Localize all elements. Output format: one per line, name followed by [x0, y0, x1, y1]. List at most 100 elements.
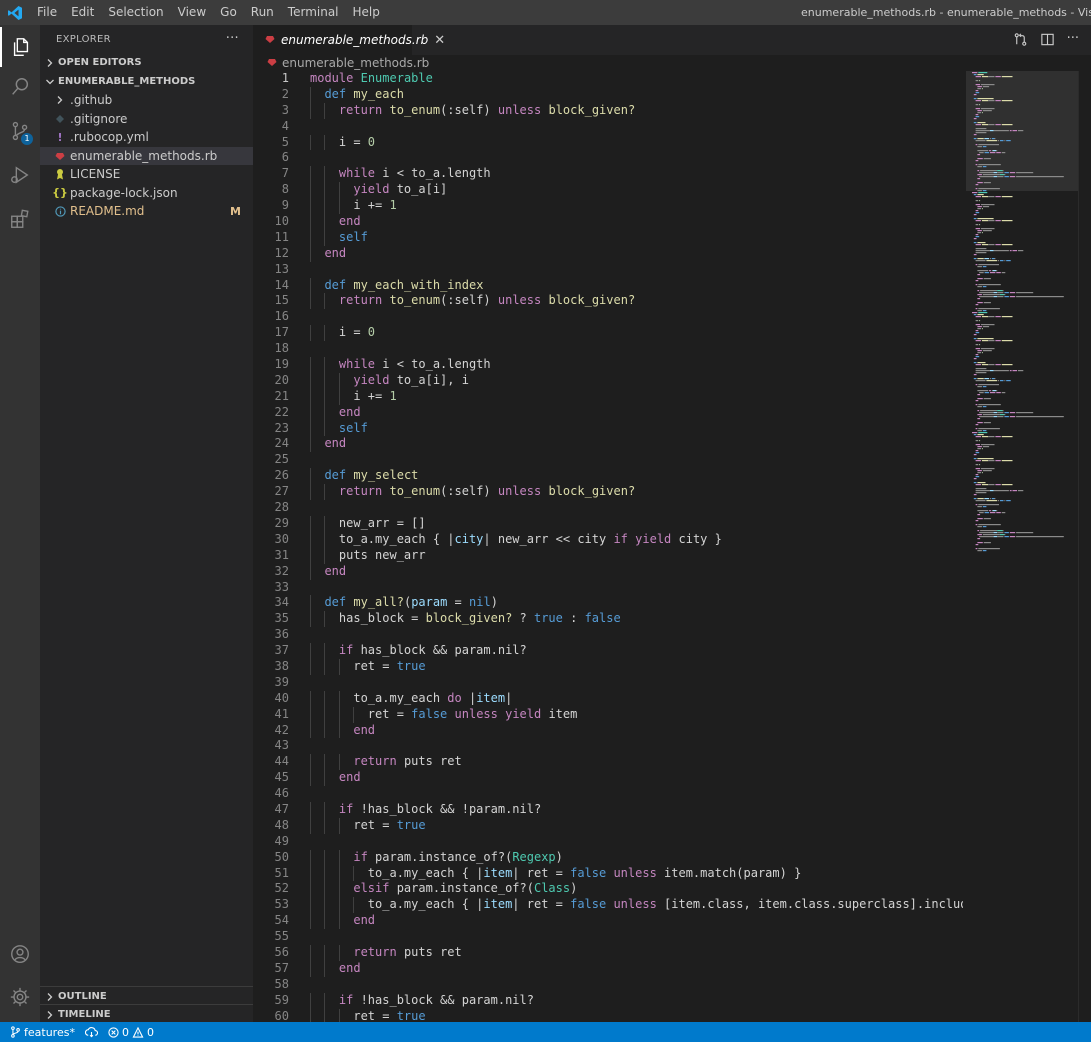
code-line[interactable]: 50 if param.instance_of?(Regexp) — [253, 849, 963, 866]
sync-indicator[interactable] — [84, 1026, 98, 1038]
code-line[interactable]: 8 yield to_a[i] — [253, 182, 963, 199]
tree-item-rubocop[interactable]: ! .rubocop.yml — [40, 128, 253, 147]
split-editor-icon[interactable] — [1040, 32, 1055, 50]
tree-item-license[interactable]: LICENSE — [40, 165, 253, 184]
vertical-scrollbar[interactable] — [1078, 71, 1091, 1022]
tree-item-readme[interactable]: README.md M — [40, 202, 253, 221]
code-line[interactable]: 30 to_a.my_each { |city| new_arr << city… — [253, 531, 963, 548]
minimap-mark — [993, 250, 1009, 252]
menu-view[interactable]: View — [171, 0, 213, 25]
search-icon[interactable] — [0, 67, 40, 107]
line-number: 53 — [274, 897, 289, 912]
code-line[interactable]: 26 def my_select — [253, 468, 963, 485]
code-line[interactable]: 59 if !has_block && param.nil? — [253, 992, 963, 1009]
code-line[interactable]: 18 — [253, 341, 963, 357]
code-line[interactable]: 4 — [253, 119, 963, 135]
menu-selection[interactable]: Selection — [101, 0, 170, 25]
extensions-icon[interactable] — [0, 199, 40, 239]
code-line[interactable]: 58 — [253, 977, 963, 993]
code-line[interactable]: 57 end — [253, 960, 963, 977]
more-actions-icon[interactable]: ··· — [1067, 32, 1079, 50]
code-line[interactable]: 43 — [253, 738, 963, 754]
minimap[interactable] — [966, 71, 1078, 1022]
code-line[interactable]: 33 — [253, 580, 963, 596]
code-line[interactable]: 7 while i < to_a.length — [253, 166, 963, 183]
tree-item-github-folder[interactable]: .github — [40, 91, 253, 110]
code-line[interactable]: 42 end — [253, 722, 963, 739]
code-line[interactable]: 55 — [253, 929, 963, 945]
close-icon[interactable]: ✕ — [434, 33, 445, 48]
code-line[interactable]: 32 end — [253, 563, 963, 580]
code-line[interactable]: 21 i += 1 — [253, 388, 963, 405]
branch-indicator[interactable]: features* — [10, 1026, 75, 1039]
menu-go[interactable]: Go — [213, 0, 244, 25]
code-line[interactable]: 47 if !has_block && !param.nil? — [253, 801, 963, 818]
more-actions-icon[interactable]: ··· — [226, 31, 239, 46]
tab-enumerable-methods[interactable]: enumerable_methods.rb ✕ — [253, 25, 445, 55]
code-line[interactable]: 29 new_arr = [] — [253, 515, 963, 532]
code-line[interactable]: 25 — [253, 452, 963, 468]
explorer-icon[interactable] — [0, 27, 40, 67]
tree-item-enumerable-methods[interactable]: enumerable_methods.rb — [40, 146, 253, 165]
code-line[interactable]: 13 — [253, 262, 963, 278]
code-line[interactable]: 40 to_a.my_each do |item| — [253, 690, 963, 707]
menu-terminal[interactable]: Terminal — [281, 0, 346, 25]
code-line[interactable]: 22 end — [253, 404, 963, 421]
workspace-section[interactable]: ENUMERABLE_METHODS — [40, 72, 253, 91]
run-debug-icon[interactable] — [0, 155, 40, 195]
code-line[interactable]: 53 to_a.my_each { |item| ret = false unl… — [253, 897, 963, 914]
code-line[interactable]: 31 puts new_arr — [253, 547, 963, 564]
code-line[interactable]: 45 end — [253, 770, 963, 787]
code-line[interactable]: 2 def my_each — [253, 86, 963, 103]
code-line[interactable]: 34 def my_all?(param = nil) — [253, 595, 963, 612]
code-line[interactable]: 46 — [253, 786, 963, 802]
code-editor[interactable]: 1 module Enumerable 2 def my_each 3 return … — [253, 71, 963, 1022]
code-line[interactable]: 37 if has_block && param.nil? — [253, 643, 963, 659]
code-line[interactable]: 14 def my_each_with_index — [253, 277, 963, 294]
code-line[interactable]: 39 — [253, 675, 963, 691]
source-control-icon[interactable]: 1 — [0, 111, 40, 151]
code-line[interactable]: 36 — [253, 627, 963, 643]
menu-edit[interactable]: Edit — [64, 0, 101, 25]
code-line[interactable]: 1 module Enumerable — [253, 71, 963, 87]
tree-item-package-lock[interactable]: {} package-lock.json — [40, 184, 253, 203]
code-line[interactable]: 35 has_block = block_given? ? true : fal… — [253, 611, 963, 628]
breadcrumb-file[interactable]: enumerable_methods.rb — [282, 56, 429, 70]
settings-gear-icon[interactable] — [0, 977, 40, 1017]
code-line[interactable]: 6 — [253, 150, 963, 166]
code-line[interactable]: 19 while i < to_a.length — [253, 357, 963, 373]
code-line[interactable]: 56 return puts ret — [253, 944, 963, 961]
code-line[interactable]: 52 elsif param.instance_of?(Class) — [253, 881, 963, 898]
code-line[interactable]: 9 i += 1 — [253, 198, 963, 215]
open-changes-icon[interactable] — [1013, 32, 1028, 50]
tree-item-gitignore[interactable]: .gitignore — [40, 110, 253, 129]
minimap-mark — [995, 124, 1001, 126]
code-line[interactable]: 15 return to_enum(:self) unless block_gi… — [253, 293, 963, 310]
code-line[interactable]: 28 — [253, 500, 963, 516]
code-line[interactable]: 11 self — [253, 229, 963, 246]
account-icon[interactable] — [0, 934, 40, 974]
code-line[interactable]: 3 return to_enum(:self) unless block_giv… — [253, 102, 963, 119]
code-line[interactable]: 60 ret = true — [253, 1008, 963, 1022]
code-line[interactable]: 49 — [253, 834, 963, 850]
code-line[interactable]: 5 i = 0 — [253, 134, 963, 151]
code-line[interactable]: 24 end — [253, 436, 963, 453]
code-line[interactable]: 23 self — [253, 420, 963, 437]
code-line[interactable]: 54 end — [253, 913, 963, 930]
code-line[interactable]: 44 return puts ret — [253, 754, 963, 771]
code-line[interactable]: 10 end — [253, 214, 963, 230]
menu-file[interactable]: File — [30, 0, 64, 25]
code-line[interactable]: 38 ret = true — [253, 658, 963, 675]
code-line[interactable]: 12 end — [253, 245, 963, 262]
menu-help[interactable]: Help — [346, 0, 387, 25]
code-line[interactable]: 27 return to_enum(:self) unless block_gi… — [253, 484, 963, 501]
code-line[interactable]: 20 yield to_a[i], i — [253, 372, 963, 389]
code-line[interactable]: 51 to_a.my_each { |item| ret = false unl… — [253, 865, 963, 882]
problems-indicator[interactable]: 0 0 — [108, 1026, 154, 1039]
code-line[interactable]: 41 ret = false unless yield item — [253, 706, 963, 723]
open-editors-section[interactable]: OPEN EDITORS — [40, 53, 253, 72]
code-line[interactable]: 48 ret = true — [253, 817, 963, 834]
menu-run[interactable]: Run — [244, 0, 281, 25]
code-line[interactable]: 16 — [253, 309, 963, 325]
code-line[interactable]: 17 i = 0 — [253, 325, 963, 342]
